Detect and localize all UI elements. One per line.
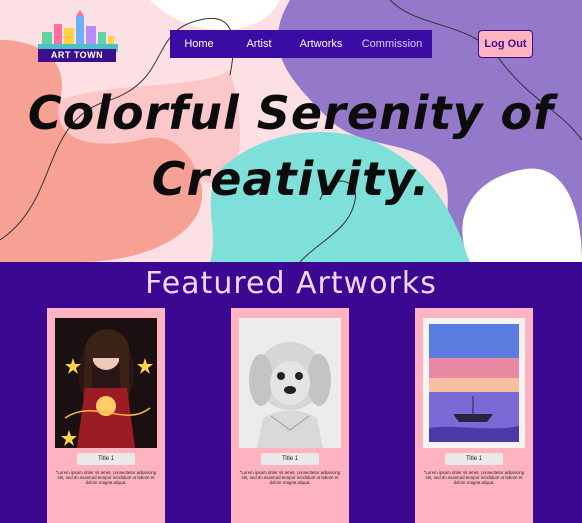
featured-heading: Featured Artworks	[145, 266, 437, 301]
blob-white	[150, 0, 280, 30]
hero-title-line-2: Creativity.	[151, 152, 431, 206]
nav-artworks[interactable]: Artworks	[290, 38, 352, 50]
artwork-description: "Lorem ipsum dolor sit amet, consectetur…	[423, 470, 525, 485]
artwork-card[interactable]: Title 1 "Lorem ipsum dolor sit amet, con…	[47, 308, 165, 523]
nav-commission[interactable]: Commission	[352, 38, 432, 50]
hero-title: Colorful Serenity of Creativity.	[0, 80, 582, 212]
nav-home[interactable]: Home	[170, 38, 228, 50]
artwork-image[interactable]	[55, 318, 157, 448]
artwork-image[interactable]	[423, 318, 525, 448]
artwork-description: "Lorem ipsum dolor sit amet, consectetur…	[55, 470, 157, 485]
hero-section: ART TOWN Home Artist Artworks Commission…	[0, 0, 582, 262]
artwork-card[interactable]: Title 1 "Lorem ipsum dolor sit amet, con…	[231, 308, 349, 523]
artwork-description: "Lorem ipsum dolor sit amet, consectetur…	[239, 470, 341, 485]
featured-section: Featured Artworks Title 1 "Lorem ipsum d…	[0, 262, 582, 523]
city-skyline-icon	[38, 10, 118, 52]
brand-logo[interactable]: ART TOWN	[38, 10, 118, 62]
logout-button[interactable]: Log Out	[478, 30, 533, 58]
logo-text: ART TOWN	[38, 49, 116, 62]
artwork-title-button[interactable]: Title 1	[445, 453, 503, 465]
hero-title-line-1: Colorful Serenity of	[27, 86, 555, 140]
main-nav: Home Artist Artworks Commission	[170, 30, 432, 58]
artwork-image[interactable]	[239, 318, 341, 448]
nav-artist[interactable]: Artist	[228, 38, 290, 50]
artwork-title-button[interactable]: Title 1	[261, 453, 319, 465]
artwork-title-button[interactable]: Title 1	[77, 453, 135, 465]
artwork-card[interactable]: Title 1 "Lorem ipsum dolor sit amet, con…	[415, 308, 533, 523]
